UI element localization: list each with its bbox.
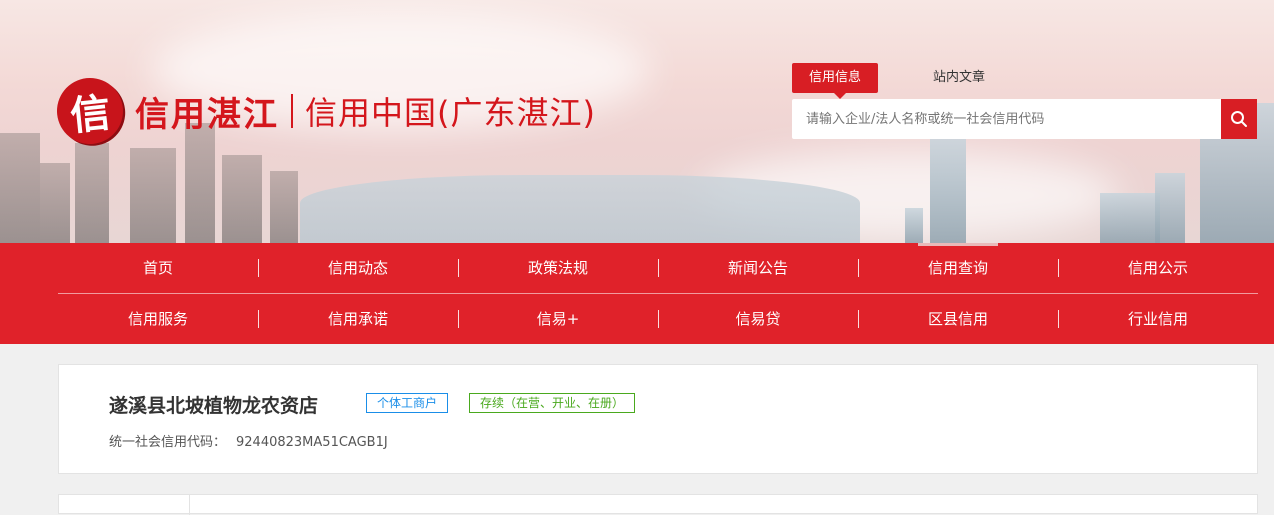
banner-building	[1100, 193, 1160, 243]
nav-item-credit-publicity[interactable]: 信用公示	[1058, 243, 1258, 293]
nav-item-credit-news[interactable]: 信用动态	[258, 243, 458, 293]
credit-code-row: 统一社会信用代码： 92440823MA51CAGB1J	[109, 431, 388, 450]
company-status-badge: 存续（在营、开业、在册）	[469, 393, 636, 413]
logo-seal: 信	[53, 74, 127, 148]
banner-building	[930, 138, 966, 243]
logo-subtitle: 信用中国(广东湛江)	[305, 94, 596, 132]
search-tab-site-articles[interactable]: 站内文章	[916, 63, 1002, 93]
banner-building	[905, 208, 923, 243]
nav-row-secondary: 信用服务 信用承诺 信易+ 信易贷 区县信用 行业信用	[58, 294, 1258, 344]
search-icon	[1231, 111, 1247, 127]
banner-building	[75, 143, 109, 243]
banner-building	[270, 171, 298, 243]
nav-item-xinyi-plus[interactable]: 信易+	[458, 294, 658, 344]
header-banner: 信 信用湛江 信用中国(广东湛江) 信用信息 站内文章	[0, 0, 1274, 243]
search-tabs: 信用信息 站内文章	[792, 63, 1002, 99]
banner-building	[130, 148, 176, 243]
detail-panel-divider	[189, 495, 190, 515]
nav-row-primary: 首页 信用动态 政策法规 新闻公告 信用查询 信用公示	[58, 243, 1258, 293]
nav-item-credit-service[interactable]: 信用服务	[58, 294, 258, 344]
credit-code-label: 统一社会信用代码：	[109, 435, 227, 450]
banner-building	[222, 155, 262, 243]
main-nav: 首页 信用动态 政策法规 新闻公告 信用查询 信用公示 信用服务 信用承诺 信易…	[0, 243, 1274, 344]
nav-item-credit-commitment[interactable]: 信用承诺	[258, 294, 458, 344]
nav-item-credit-query[interactable]: 信用查询	[858, 243, 1058, 293]
banner-building	[0, 133, 40, 243]
search-tab-credit-info[interactable]: 信用信息	[792, 63, 879, 99]
nav-item-home[interactable]: 首页	[58, 243, 258, 293]
banner-building	[40, 163, 70, 243]
search-input[interactable]	[792, 99, 1221, 139]
banner-water	[300, 175, 860, 243]
logo-separator	[291, 94, 293, 128]
site-logo[interactable]: 信 信用湛江 信用中国(广东湛江)	[53, 74, 596, 148]
credit-code-value: 92440823MA51CAGB1J	[236, 435, 388, 450]
nav-item-announcements[interactable]: 新闻公告	[658, 243, 858, 293]
detail-panel	[58, 494, 1258, 515]
logo-title: 信用湛江	[135, 94, 279, 135]
search-box	[792, 99, 1257, 139]
nav-item-policies[interactable]: 政策法规	[458, 243, 658, 293]
nav-item-xinyi-loan[interactable]: 信易贷	[658, 294, 858, 344]
banner-building	[1155, 173, 1185, 243]
company-name: 遂溪县北坡植物龙农资店	[109, 395, 319, 417]
search-button[interactable]	[1221, 99, 1257, 139]
company-card: 遂溪县北坡植物龙农资店 个体工商户 存续（在营、开业、在册） 统一社会信用代码：…	[58, 364, 1258, 474]
nav-item-industry-credit[interactable]: 行业信用	[1058, 294, 1258, 344]
company-type-badge: 个体工商户	[366, 393, 449, 413]
nav-item-district-credit[interactable]: 区县信用	[858, 294, 1058, 344]
